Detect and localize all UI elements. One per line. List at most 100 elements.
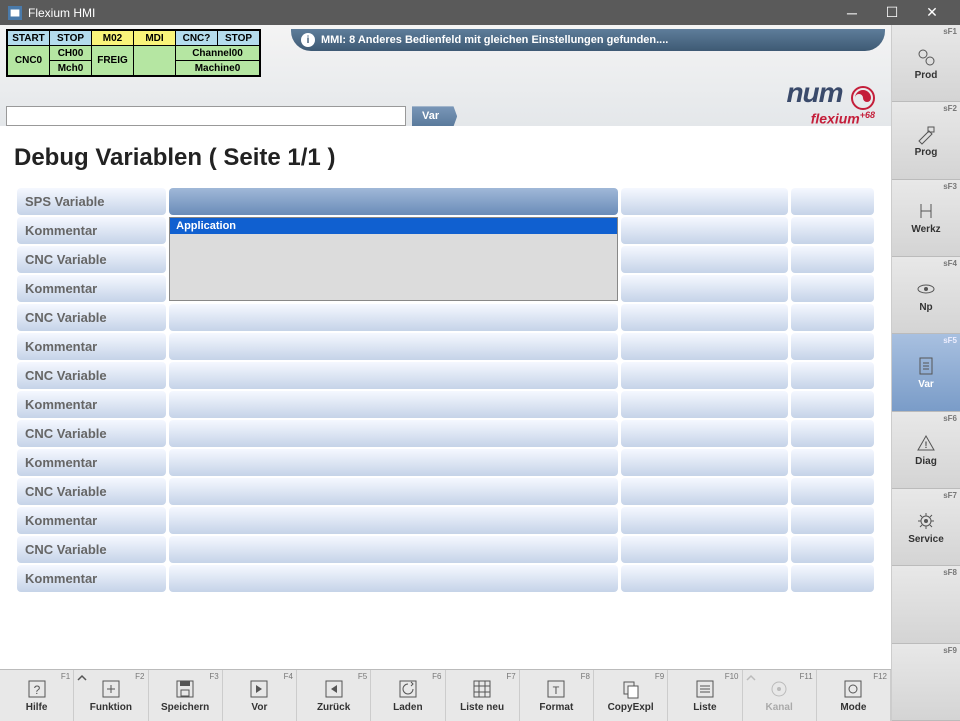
channel-icon [768,678,790,702]
komm2-col3[interactable] [621,275,788,302]
close-button[interactable]: ✕ [912,0,952,25]
skey-service[interactable]: sF7Service [892,489,960,566]
skey-np[interactable]: sF4Np [892,257,960,334]
format-icon: T [545,678,567,702]
fkey-funktion[interactable]: F2Funktion [74,670,148,721]
row-label-sps: SPS Variable [17,188,166,215]
status-freig: FREIG [92,46,134,76]
cnc1-col4[interactable] [791,246,874,273]
minimize-button[interactable]: ─ [832,0,872,25]
skey-diag[interactable]: sF6!Diag [892,412,960,489]
application-dropdown[interactable]: Application [169,217,618,301]
fkey-label: Laden [393,702,422,713]
brand-logo: num flexium+68 [786,77,885,126]
window-title: Flexium HMI [28,6,95,20]
fkey-label: Hilfe [26,702,48,713]
fkey-label: Liste neu [460,702,504,713]
help-icon: ? [26,678,48,702]
svg-text:!: ! [925,440,928,450]
status-stop2: STOP [218,31,260,46]
status-start: START [8,31,50,46]
skey-label: Werkz [911,224,940,235]
path-input[interactable] [6,106,406,126]
fkey-vor[interactable]: F4Vor [223,670,297,721]
row-label-cnc-6: CNC Variable [17,536,166,563]
header: START STOP M02 MDI CNC? STOP CNC0 CH00 F… [0,25,891,126]
fkey-speichern[interactable]: F3Speichern [149,670,223,721]
status-channel: Channel00 [176,46,260,61]
warn-icon: ! [915,432,937,456]
fkey-liste neu[interactable]: F7Liste neu [446,670,520,721]
komm3-val[interactable] [169,333,618,360]
status-blank1 [134,46,176,76]
row-label-komm-5: Kommentar [17,449,166,476]
fkey-liste[interactable]: F10Liste [668,670,742,721]
fkey-label: Mode [840,702,866,713]
skey-label: Service [908,534,944,545]
hammer-icon [915,123,937,147]
maximize-button[interactable]: ☐ [872,0,912,25]
skey-blank[interactable]: sF9 [892,644,960,721]
skey-label: Prog [915,147,938,158]
status-cnc0: CNC0 [8,46,50,76]
row-label-komm-2: Kommentar [17,275,166,302]
title-bar: Flexium HMI ─ ☐ ✕ [0,0,960,25]
fkey-label: Speichern [161,702,209,713]
fkey-label: Kanal [766,702,793,713]
back-icon [323,678,345,702]
sps-col4[interactable] [791,188,874,215]
svg-text:T: T [553,685,560,697]
fkey-format[interactable]: F8TFormat [520,670,594,721]
gears-icon [915,46,937,70]
fkey-zurück[interactable]: F5Zurück [297,670,371,721]
side-fkeys: sF1ProdsF2ProgsF3WerkzsF4NpsF5VarsF6!Dia… [892,25,960,721]
row-label-cnc-2: CNC Variable [17,304,166,331]
dropdown-item-application[interactable]: Application [170,218,617,234]
fkey-laden[interactable]: F6Laden [371,670,445,721]
skey-label: Diag [915,456,937,467]
cnc2-val[interactable] [169,304,618,331]
status-cnc-q: CNC? [176,31,218,46]
fkey-kanal: F11Kanal [743,670,817,721]
breadcrumb-var: Var [412,106,457,126]
gear-icon [915,510,937,534]
doc-icon [915,355,937,379]
komm1-col3[interactable] [621,217,788,244]
skey-prod[interactable]: sF1Prod [892,25,960,102]
swirl-icon [851,86,875,110]
fkey-label: Funktion [90,702,132,713]
fkey-label: Format [539,702,573,713]
copy-icon [620,678,642,702]
skey-label: Var [918,379,934,390]
komm1-col4[interactable] [791,217,874,244]
fkey-hilfe[interactable]: F1?Hilfe [0,670,74,721]
row-label-komm-3: Kommentar [17,333,166,360]
info-icon: i [301,33,315,47]
fkey-label: Liste [693,702,716,713]
skey-blank[interactable]: sF8 [892,566,960,643]
message-text: MMI: 8 Anderes Bedienfeld mit gleichen E… [321,34,668,46]
cnc1-col3[interactable] [621,246,788,273]
app-icon [8,6,22,20]
row-label-komm-6: Kommentar [17,507,166,534]
skey-var[interactable]: sF5Var [892,334,960,411]
status-mch0: Mch0 [50,61,92,76]
status-ch00: CH00 [50,46,92,61]
status-grid: START STOP M02 MDI CNC? STOP CNC0 CH00 F… [6,29,261,77]
skey-werkz[interactable]: sF3Werkz [892,180,960,257]
fkey-label: Zurück [317,702,350,713]
sps-value-selected[interactable] [169,188,618,215]
row-label-cnc-5: CNC Variable [17,478,166,505]
skey-prog[interactable]: sF2Prog [892,102,960,179]
fkey-copyexpl[interactable]: F9CopyExpl [594,670,668,721]
fwd-icon [248,678,270,702]
caliper-icon [915,200,937,224]
row-label-cnc-3: CNC Variable [17,362,166,389]
sps-col3[interactable] [621,188,788,215]
komm2-col4[interactable] [791,275,874,302]
row-label-komm-4: Kommentar [17,391,166,418]
status-m02: M02 [92,31,134,46]
status-stop: STOP [50,31,92,46]
fkey-mode[interactable]: F12Mode [817,670,891,721]
plus-icon [100,678,122,702]
